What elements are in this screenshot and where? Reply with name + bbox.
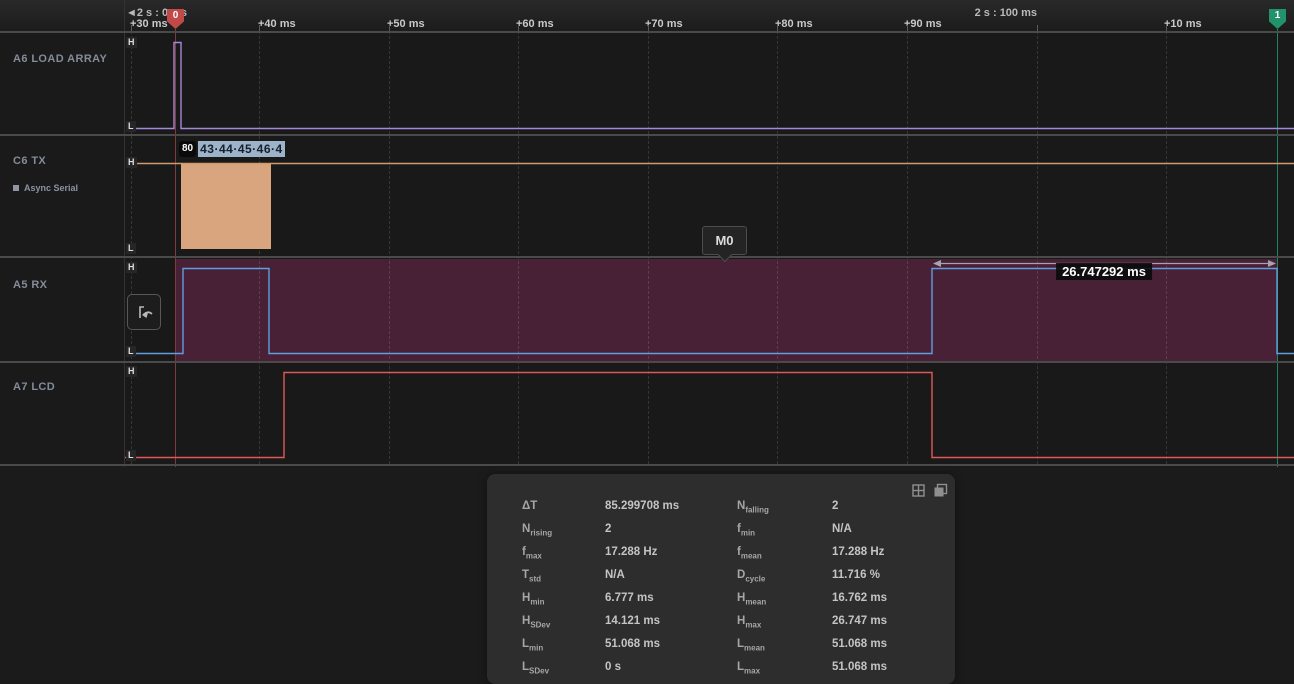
level-high-label: H bbox=[126, 366, 137, 377]
row-separator bbox=[0, 256, 1294, 258]
ruler-tick-label: +40 ms bbox=[258, 18, 296, 30]
stats-row: ΔT 85.299708 ms Nfalling 2 bbox=[487, 500, 955, 516]
stat-value: 26.747 ms bbox=[832, 615, 887, 627]
stats-row: Nrising 2 fmin N/A bbox=[487, 523, 955, 539]
serial-bytes-text: 43·44·45·46·4 bbox=[198, 141, 285, 157]
stat-value: 17.288 Hz bbox=[605, 546, 657, 558]
level-high-label: H bbox=[126, 262, 137, 273]
stat-value: 2 bbox=[832, 500, 838, 512]
ruler-absolute-time-right: 2 s : 100 ms bbox=[975, 7, 1037, 19]
level-low-label: L bbox=[126, 450, 136, 461]
serial-decode-annotation[interactable]: 80 43·44·45·46·4 bbox=[179, 141, 285, 157]
stats-row: Tstd N/A Dcycle 11.716 % bbox=[487, 569, 955, 585]
logic-analyzer-window: ◄2 s : 0 ms 2 s : 100 ms +30 ms +40 ms +… bbox=[0, 0, 1294, 684]
stat-value: 17.288 Hz bbox=[832, 546, 884, 558]
edge-jump-icon bbox=[133, 301, 155, 323]
stat-value: 51.068 ms bbox=[832, 638, 887, 650]
stat-value: 16.762 ms bbox=[832, 592, 887, 604]
channel-label-a5-rx[interactable]: A5 RX bbox=[13, 279, 47, 291]
timeline-ruler[interactable]: ◄2 s : 0 ms 2 s : 100 ms +30 ms +40 ms +… bbox=[0, 0, 1294, 31]
stat-value: 2 bbox=[605, 523, 611, 535]
decoder-color-chip-icon bbox=[13, 185, 19, 191]
ruler-tick-label: +60 ms bbox=[516, 18, 554, 30]
ruler-tick-label: +30 ms bbox=[130, 18, 168, 30]
gridline bbox=[518, 31, 519, 464]
measurement-stats-panel: ΔT 85.299708 ms Nfalling 2 Nrising 2 fmi… bbox=[487, 474, 955, 684]
stats-row: LSDev 0 s Lmax 51.068 ms bbox=[487, 661, 955, 677]
ruler-tick-label: +50 ms bbox=[387, 18, 425, 30]
gridline bbox=[389, 31, 390, 464]
level-high-label: H bbox=[126, 37, 137, 48]
serial-start-byte-badge: 80 bbox=[179, 141, 196, 157]
stat-value: 6.777 ms bbox=[605, 592, 654, 604]
stats-row: HSDev 14.121 ms Hmax 26.747 ms bbox=[487, 615, 955, 631]
gridline bbox=[648, 31, 649, 464]
edge-jump-button[interactable] bbox=[127, 294, 161, 330]
level-low-label: L bbox=[126, 121, 136, 132]
gridline bbox=[259, 31, 260, 464]
gridline bbox=[1037, 31, 1038, 464]
stat-value: N/A bbox=[605, 569, 625, 581]
marker-1-line bbox=[1277, 29, 1278, 467]
stat-value: 51.068 ms bbox=[605, 638, 660, 650]
row-separator bbox=[0, 134, 1294, 136]
ruler-tick-label: +90 ms bbox=[904, 18, 942, 30]
gridline bbox=[1166, 31, 1167, 464]
measurement-value-label[interactable]: 26.747292 ms bbox=[1056, 263, 1152, 280]
gridline bbox=[907, 31, 908, 464]
decoder-async-serial[interactable]: Async Serial bbox=[13, 183, 78, 193]
measurement-marker-m0[interactable]: M0 bbox=[702, 226, 747, 255]
gridline bbox=[777, 31, 778, 464]
ruler-tick-label: +10 ms bbox=[1164, 18, 1202, 30]
decoder-label: Async Serial bbox=[24, 183, 78, 193]
stat-value: 85.299708 ms bbox=[605, 500, 679, 512]
level-high-label: H bbox=[126, 157, 137, 168]
copy-icon[interactable] bbox=[933, 483, 948, 498]
level-low-label: L bbox=[126, 346, 136, 357]
channel-label-a6-load-array[interactable]: A6 LOAD ARRAY bbox=[13, 53, 107, 65]
stats-row: fmax 17.288 Hz fmean 17.288 Hz bbox=[487, 546, 955, 562]
stat-value: N/A bbox=[832, 523, 852, 535]
stat-value: 11.716 % bbox=[832, 569, 880, 581]
sidebar-divider bbox=[124, 0, 125, 467]
channel-label-a7-lcd[interactable]: A7 LCD bbox=[13, 381, 55, 393]
level-low-label: L bbox=[126, 243, 136, 254]
ruler-tick-label: +70 ms bbox=[645, 18, 683, 30]
row-separator bbox=[0, 361, 1294, 363]
row-separator bbox=[0, 464, 1294, 466]
row-separator bbox=[0, 31, 1294, 33]
stat-value: 51.068 ms bbox=[832, 661, 887, 673]
channel-sidebar bbox=[0, 0, 125, 467]
stats-row: Lmin 51.068 ms Lmean 51.068 ms bbox=[487, 638, 955, 654]
channel-label-c6-tx[interactable]: C6 TX bbox=[13, 155, 46, 167]
marker-0-line bbox=[175, 29, 176, 467]
export-table-icon[interactable] bbox=[911, 483, 926, 498]
ruler-tick-label: +80 ms bbox=[775, 18, 813, 30]
stat-value: 0 s bbox=[605, 661, 621, 673]
stats-row: Hmin 6.777 ms Hmean 16.762 ms bbox=[487, 592, 955, 608]
stat-value: 14.121 ms bbox=[605, 615, 660, 627]
